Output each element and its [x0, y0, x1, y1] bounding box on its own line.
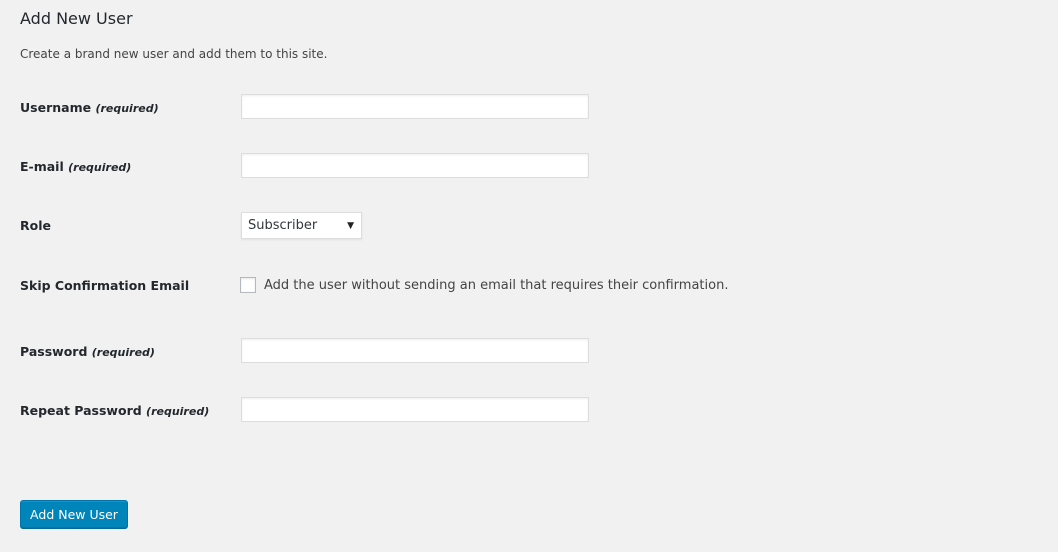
- repeat-password-input[interactable]: [241, 397, 589, 422]
- username-input[interactable]: [241, 94, 589, 119]
- role-label: Role: [20, 218, 51, 233]
- email-input[interactable]: [241, 153, 589, 178]
- skip-confirmation-label-text: Skip Confirmation Email: [20, 278, 190, 293]
- repeat-password-label-text: Repeat Password: [20, 403, 142, 418]
- username-label: Username (required): [20, 100, 159, 115]
- page-title: Add New User: [20, 9, 133, 28]
- email-label: E-mail (required): [20, 159, 131, 174]
- required-marker: (required): [68, 161, 132, 174]
- role-select[interactable]: Subscriber ▼: [241, 212, 362, 239]
- add-user-page: Add New User Create a brand new user and…: [0, 0, 1058, 552]
- add-new-user-button[interactable]: Add New User: [20, 500, 128, 528]
- required-marker: (required): [95, 102, 159, 115]
- required-marker: (required): [91, 346, 155, 359]
- chevron-down-icon: ▼: [347, 220, 354, 231]
- role-label-text: Role: [20, 218, 51, 233]
- password-label-text: Password: [20, 344, 88, 359]
- password-label: Password (required): [20, 344, 155, 359]
- skip-confirmation-checkbox[interactable]: [240, 277, 256, 293]
- password-input[interactable]: [241, 338, 589, 363]
- page-description: Create a brand new user and add them to …: [20, 47, 328, 61]
- skip-confirmation-checkbox-text[interactable]: Add the user without sending an email th…: [264, 278, 728, 293]
- required-marker: (required): [146, 405, 210, 418]
- repeat-password-label: Repeat Password (required): [20, 403, 209, 418]
- username-label-text: Username: [20, 100, 92, 115]
- skip-confirmation-label: Skip Confirmation Email: [20, 278, 189, 293]
- email-label-text: E-mail: [20, 159, 64, 174]
- role-select-value: Subscriber: [248, 218, 318, 233]
